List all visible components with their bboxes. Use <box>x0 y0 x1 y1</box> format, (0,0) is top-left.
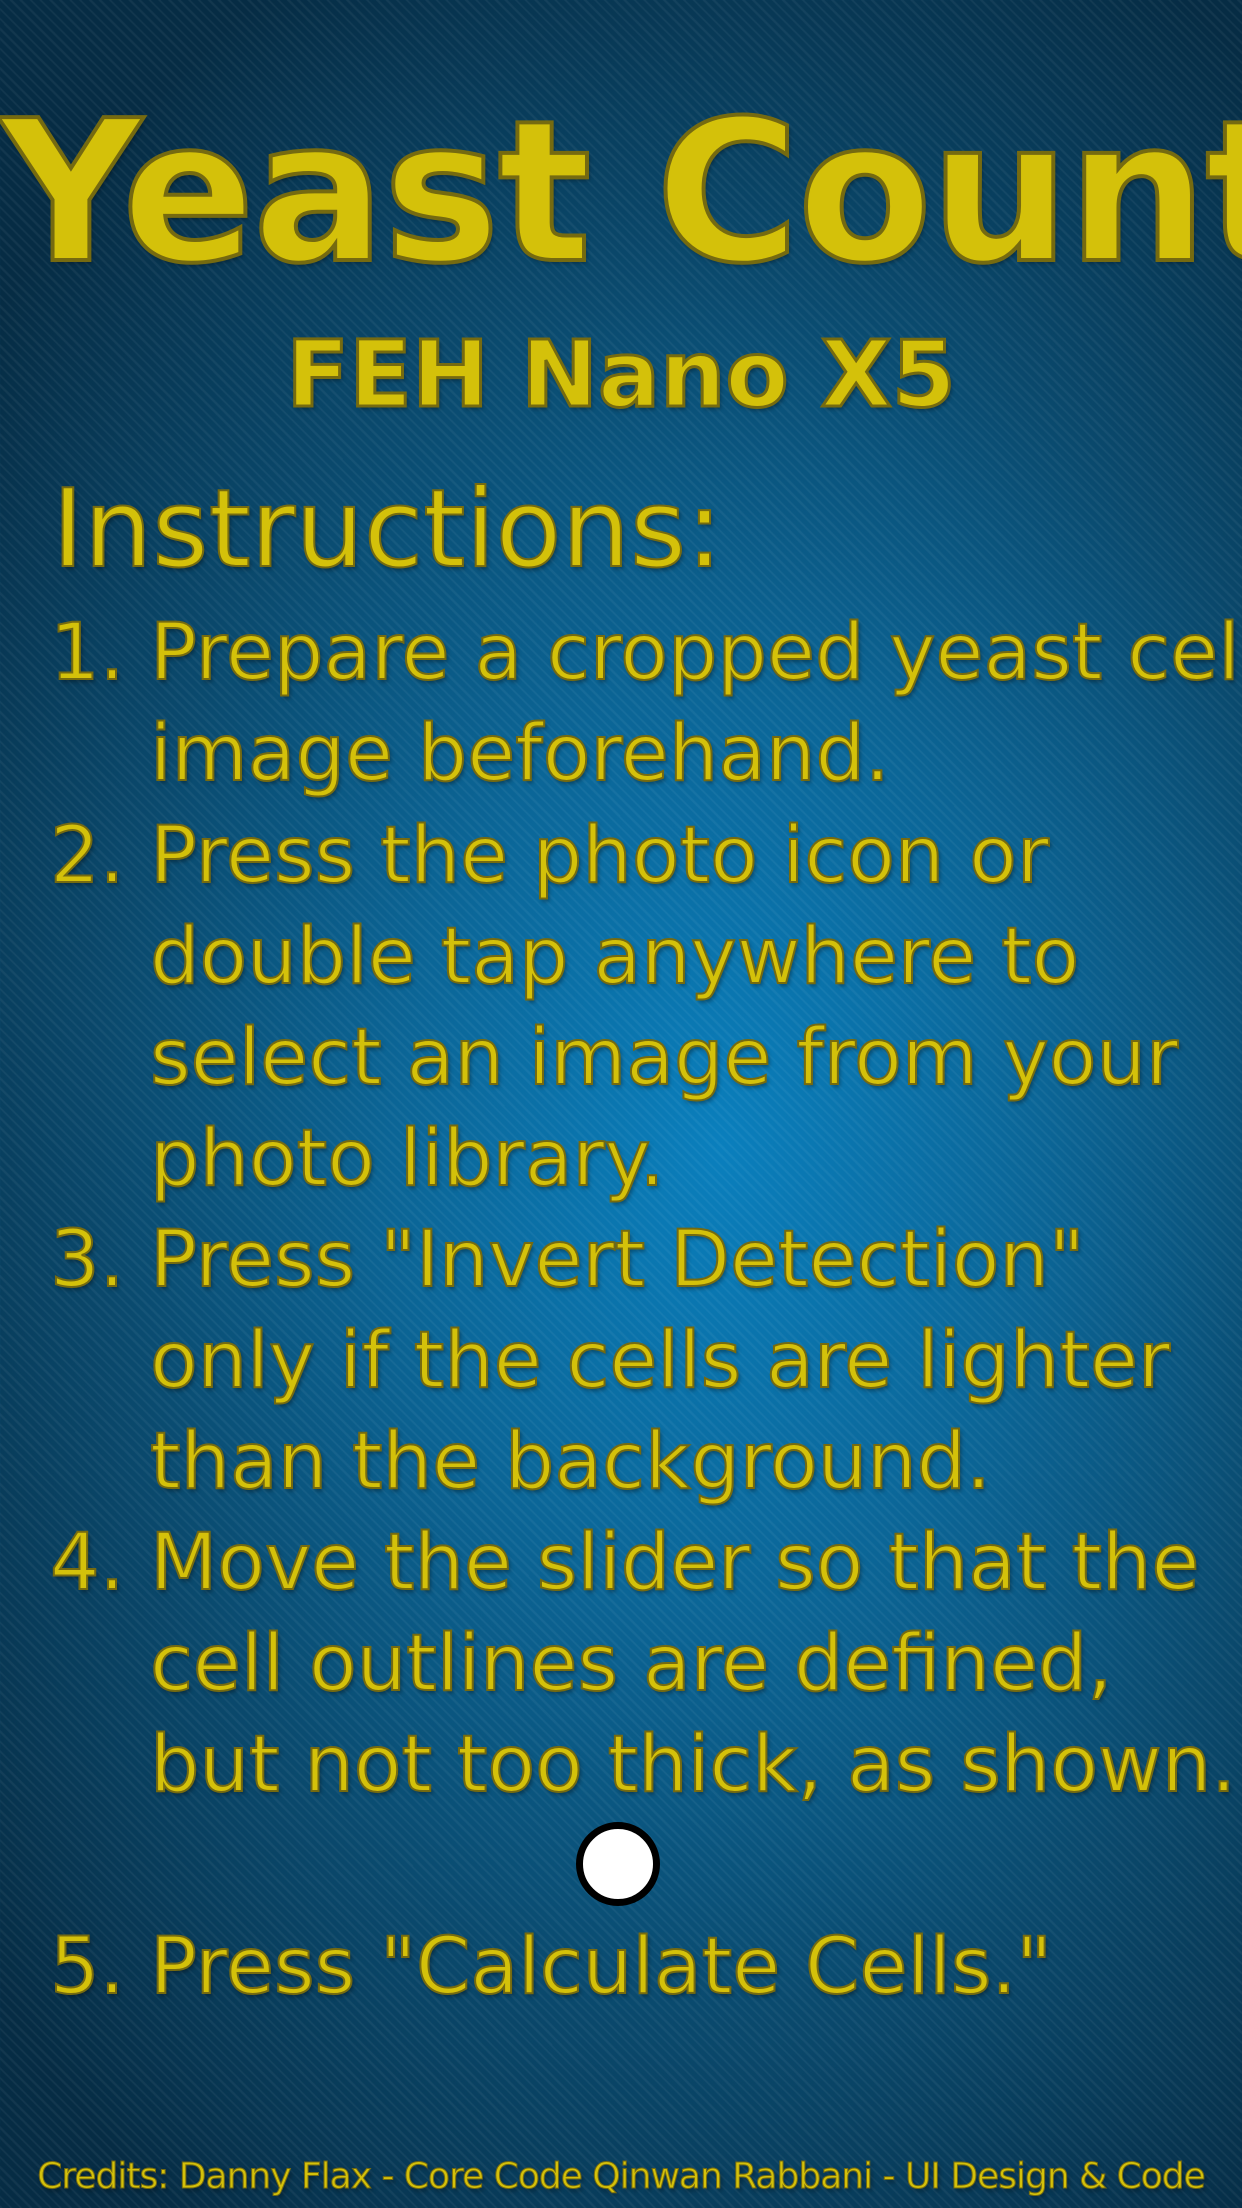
step-text-line: Press the photo icon or <box>149 810 1050 902</box>
step-text-line: photo library. <box>149 1113 665 1205</box>
step-number: 4. <box>49 1517 125 1609</box>
step-text-line: but not too thick, as shown. <box>149 1719 1237 1811</box>
instruction-step-3: 3. Press "Invert Detection" only if the … <box>49 1210 1230 1513</box>
step-text-line: select an image from your <box>149 1012 1179 1104</box>
step-text-line: Press "Invert Detection" <box>149 1214 1086 1306</box>
step-number: 2. <box>49 810 125 902</box>
step-text-line: Press "Calculate Cells." <box>149 1921 1053 2013</box>
instruction-step-4: 4. Move the slider so that the cell outl… <box>49 1513 1237 1816</box>
instruction-step-2: 2. Press the photo icon or double tap an… <box>49 806 1230 1210</box>
step-text-line: than the background. <box>149 1416 992 1508</box>
step-number: 3. <box>49 1214 125 1306</box>
app-subtitle: FEH Nano X5 <box>285 321 957 428</box>
instruction-step-5: 5. Press "Calculate Cells." <box>49 1917 1230 2018</box>
step-number: 5. <box>49 1921 125 2013</box>
app-title: Yeast Count <box>0 79 1242 307</box>
step-number: 1. <box>49 607 125 699</box>
step-text-line: double tap anywhere to <box>149 911 1080 1003</box>
instruction-step-1: 1. Prepare a cropped yeast cell image be… <box>49 603 1242 805</box>
step-text-line: only if the cells are lighter <box>149 1315 1171 1407</box>
step-text-line: image beforehand. <box>149 708 891 800</box>
step-text-line: Move the slider so that the <box>149 1517 1200 1609</box>
step-text-line: cell outlines are defined, <box>149 1618 1113 1710</box>
instructions-heading: Instructions: <box>51 467 724 592</box>
credits-footer: Credits: Danny Flax - Core Code Qinwan R… <box>37 2156 1207 2198</box>
step-text-line: Prepare a cropped yeast cell <box>149 607 1242 699</box>
slider-thumb-example-icon <box>576 1822 660 1906</box>
